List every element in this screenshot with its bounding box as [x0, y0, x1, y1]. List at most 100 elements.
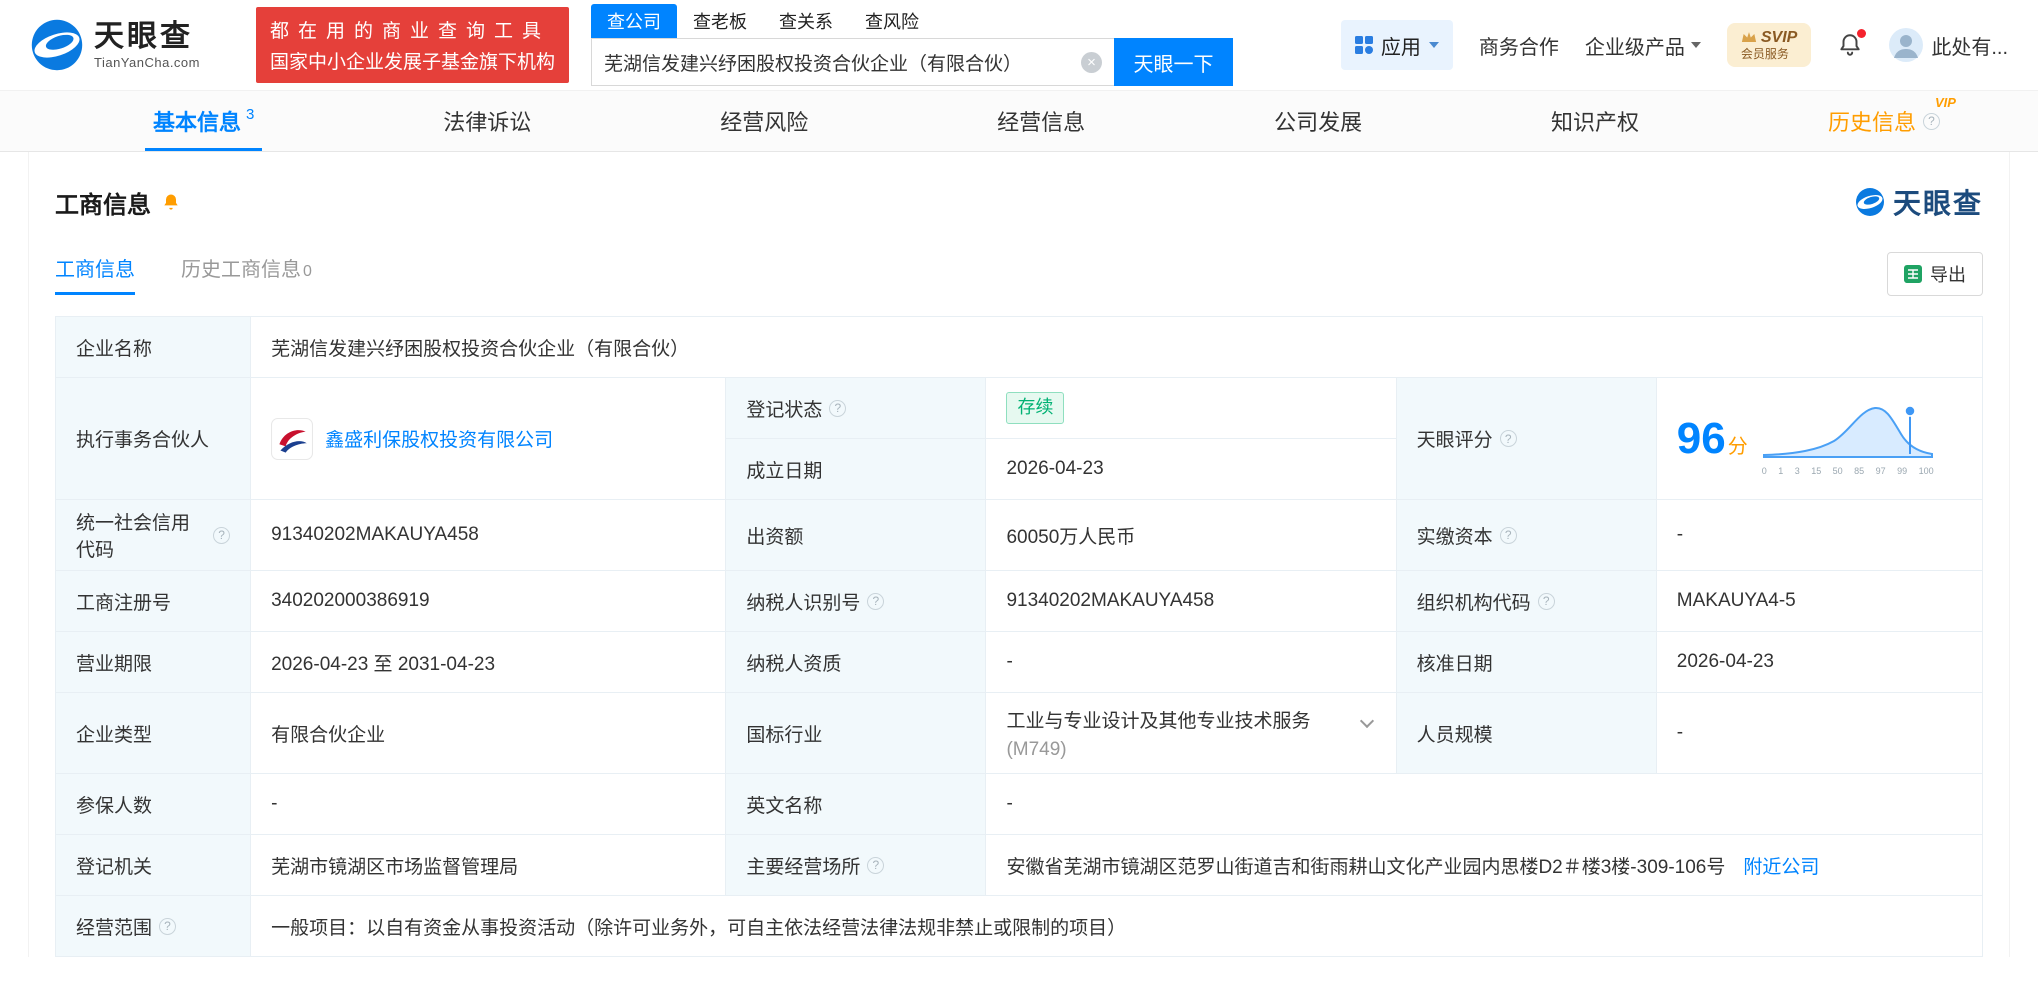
search-tab-boss[interactable]: 查老板 [677, 4, 763, 38]
business-term-label: 营业期限 [54, 631, 252, 693]
help-icon[interactable] [867, 592, 885, 610]
business-scope-label: 经营范围 [54, 895, 252, 957]
staff-size-value: - [1655, 692, 1984, 774]
tab-count: 3 [246, 105, 255, 123]
taxpayer-qualification-label: 纳税人资质 [725, 631, 987, 693]
status-badge: 存续 [1006, 392, 1065, 424]
search-button[interactable]: 天眼一下 [1114, 38, 1234, 86]
search-input[interactable] [604, 51, 1082, 73]
tianyancha-logo[interactable]: 天眼查 TianYanCha.com [30, 18, 200, 72]
subtab-label: 历史工商信息 [181, 259, 301, 281]
notifications-button[interactable] [1837, 29, 1867, 58]
business-info-table: 企业名称 芜湖信发建兴纾困股权投资合伙企业（有限合伙） 执行事务合伙人 鑫盛利保… [54, 316, 1984, 957]
taxpayer-qualification-value: - [985, 631, 1397, 693]
score-marker [1903, 405, 1916, 417]
tab-basic-info[interactable]: 基本信息 3 [145, 91, 263, 151]
industry-code: (M749) [1006, 738, 1067, 760]
tab-history-info[interactable]: 历史信息 VIP [1820, 91, 1956, 151]
tab-label: 公司发展 [1274, 110, 1363, 135]
promo-line2: 国家中小企业发展子基金旗下机构 [270, 52, 556, 73]
tab-intellectual-property[interactable]: 知识产权 [1543, 91, 1647, 151]
english-name-label: 英文名称 [725, 773, 987, 835]
help-icon[interactable] [867, 856, 885, 874]
chevron-down-icon [1690, 42, 1701, 48]
nearby-companies-link[interactable]: 附近公司 [1743, 852, 1819, 879]
label-text: 经营范围 [76, 917, 153, 939]
label-text: 天眼评分 [1416, 430, 1493, 451]
tianyan-score-value: 96 分 01 3 15 50 85 97 99 100 [1655, 377, 1984, 500]
promo-line1: 都在用的商业查询工具 [270, 21, 551, 42]
partner-company-link[interactable]: 鑫盛利保股权投资有限公司 [325, 425, 553, 452]
credit-code-label: 统一社会信用代码 [54, 499, 252, 571]
business-cooperation-link[interactable]: 商务合作 [1479, 31, 1559, 60]
brand-domain: TianYanCha.com [94, 54, 200, 70]
subtab-history-business-info[interactable]: 历史工商信息 0 [181, 253, 312, 295]
table-row: 执行事务合伙人 鑫盛利保股权投资有限公司 登记状态 存续 [54, 377, 1984, 500]
help-icon[interactable] [1537, 592, 1555, 610]
paid-capital-label: 实缴资本 [1395, 499, 1657, 571]
label-text: 主要经营场所 [746, 856, 861, 878]
chevron-down-icon[interactable] [1359, 713, 1374, 728]
registration-number-label: 工商注册号 [54, 570, 252, 632]
score-unit: 分 [1727, 435, 1748, 458]
svip-title: SVIP [1760, 28, 1798, 46]
industry-value: 工业与专业设计及其他专业技术服务 (M749) [985, 692, 1397, 774]
label-text: 实缴资本 [1416, 526, 1493, 548]
header-right: 应用 商务合作 企业级产品 SVIP 会员服务 此处有... [1340, 20, 2008, 70]
section-title: 工商信息 [55, 191, 151, 219]
label-text: 组织机构代码 [1416, 592, 1531, 614]
tab-operation-info[interactable]: 经营信息 [989, 91, 1093, 151]
notification-dot [1857, 29, 1867, 38]
business-address-label: 主要经营场所 [725, 834, 987, 896]
industry-label: 国标行业 [725, 692, 987, 774]
content-card: 工商信息 天眼查 工商信息 历史工商信息 0 导出 企业名称 芜湖信发建兴纾困股… [28, 152, 2010, 957]
username: 此处有... [1931, 36, 2008, 59]
tab-operation-risk[interactable]: 经营风险 [712, 91, 816, 151]
label-text: 纳税人识别号 [746, 592, 861, 614]
subscribe-bell-icon[interactable] [161, 192, 181, 212]
search-box [591, 38, 1115, 86]
business-address-value: 安徽省芜湖市镜湖区范罗山街道吉和街雨耕山文化产业园内思楼D2＃楼3楼-309-1… [985, 834, 1983, 896]
paid-capital-value: - [1655, 499, 1984, 571]
company-name-value: 芜湖信发建兴纾困股权投资合伙企业（有限合伙） [250, 316, 1983, 378]
tab-legal-proceedings[interactable]: 法律诉讼 [435, 91, 539, 151]
registration-authority-value: 芜湖市镜湖区市场监督管理局 [250, 834, 727, 896]
user-menu[interactable]: 此处有... [1889, 28, 2008, 62]
table-row: 登记机关 芜湖市镜湖区市场监督管理局 主要经营场所 安徽省芜湖市镜湖区范罗山街道… [54, 834, 1983, 896]
search-tab-relation[interactable]: 查关系 [763, 4, 849, 38]
tianyancha-swoosh-icon [1855, 188, 1884, 216]
industry-name: 工业与专业设计及其他专业技术服务 [1006, 710, 1311, 732]
table-row: 参保人数 - 英文名称 - [54, 773, 1983, 835]
help-icon[interactable] [159, 917, 177, 935]
crown-icon [1741, 32, 1756, 42]
tab-company-development[interactable]: 公司发展 [1266, 91, 1370, 151]
tianyan-score-label: 天眼评分 [1395, 377, 1657, 500]
export-button[interactable]: 导出 [1887, 252, 1983, 296]
establish-date-value: 2026-04-23 [985, 438, 1397, 500]
score-distribution-chart: 01 3 15 50 85 97 99 100 [1762, 401, 1934, 476]
svip-member-button[interactable]: SVIP 会员服务 [1726, 22, 1812, 68]
tab-label: 历史信息 [1827, 110, 1916, 135]
enterprise-products-link[interactable]: 企业级产品 [1585, 31, 1701, 60]
search-tab-risk[interactable]: 查风险 [849, 4, 935, 38]
search-tab-company[interactable]: 查公司 [591, 4, 678, 38]
taxpayer-id-value: 91340202MAKAUYA458 [985, 570, 1397, 632]
label-text: 登记状态 [746, 399, 823, 421]
tab-label: 知识产权 [1551, 110, 1640, 135]
apps-menu-button[interactable]: 应用 [1340, 20, 1453, 70]
approval-date-value: 2026-04-23 [1655, 631, 1984, 693]
clear-search-icon[interactable] [1081, 51, 1103, 73]
enterprise-products-label: 企业级产品 [1584, 36, 1685, 59]
help-icon[interactable] [1499, 526, 1517, 544]
apps-grid-icon [1354, 36, 1373, 54]
subtab-business-info[interactable]: 工商信息 [55, 253, 135, 295]
search-area: 查公司 查老板 查关系 查风险 天眼一下 [591, 4, 1234, 86]
registration-status-value: 存续 [985, 377, 1397, 439]
executive-partner-label: 执行事务合伙人 [54, 377, 252, 500]
help-icon[interactable] [213, 526, 231, 544]
help-icon[interactable] [1922, 112, 1940, 130]
business-term-value: 2026-04-23 至 2031-04-23 [250, 631, 727, 693]
staff-size-label: 人员规模 [1395, 692, 1657, 774]
help-icon[interactable] [829, 399, 847, 417]
help-icon[interactable] [1499, 430, 1517, 447]
